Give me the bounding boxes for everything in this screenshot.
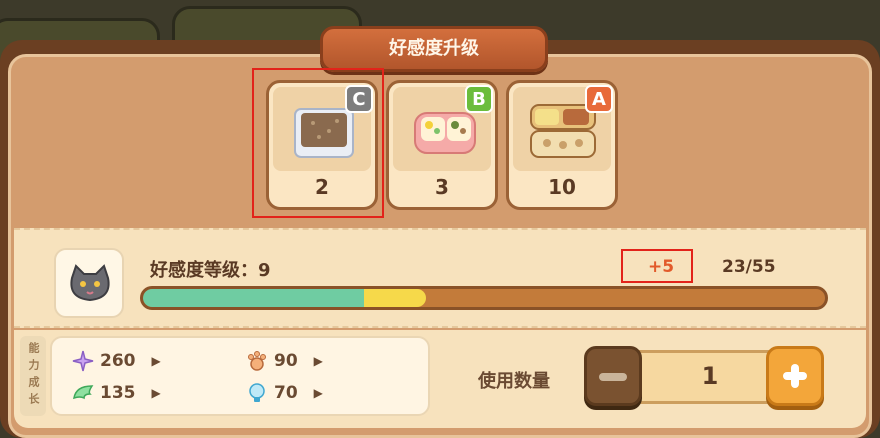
stat-wing: 135 ▶ xyxy=(72,382,161,404)
stat-bulb: 70 ▶ xyxy=(246,382,323,404)
ability-growth-label: 能力成长 xyxy=(20,336,46,416)
favor-level-label: 好感度等级：9 xyxy=(150,260,271,281)
grade-badge: A xyxy=(585,85,613,113)
item-count: 10 xyxy=(548,175,576,199)
lightbulb-icon xyxy=(249,383,265,402)
purple-star-icon xyxy=(72,350,94,372)
progress-preview-fill xyxy=(363,289,426,307)
item-card-b[interactable]: B 3 xyxy=(386,80,498,210)
panel-title: 好感度升级 xyxy=(320,26,548,72)
stat-value: 70 xyxy=(274,383,298,403)
green-wing-icon xyxy=(73,385,94,400)
item-card-a[interactable]: A 10 xyxy=(506,80,618,210)
favor-progress-text: 23/55 xyxy=(722,257,776,277)
favor-gain-highlight xyxy=(621,249,693,283)
stat-value: 135 xyxy=(100,383,136,403)
stat-star: 260 ▶ xyxy=(72,350,161,372)
arrow-right-icon: ▶ xyxy=(313,354,323,368)
stat-value: 260 xyxy=(100,351,136,371)
minus-icon xyxy=(599,373,627,381)
arrow-right-icon: ▶ xyxy=(313,386,323,400)
decrease-button[interactable] xyxy=(584,346,642,406)
increase-button[interactable] xyxy=(766,346,824,406)
favor-info-band xyxy=(14,228,866,328)
cat-face-icon xyxy=(70,264,110,302)
stat-value: 90 xyxy=(274,351,298,371)
favor-progress-bar xyxy=(140,286,828,310)
avatar xyxy=(54,248,124,318)
selected-item-highlight xyxy=(252,68,384,218)
grade-badge: B xyxy=(465,85,493,113)
progress-current-fill xyxy=(143,289,364,307)
quantity-value: 1 xyxy=(701,362,719,390)
arrow-right-icon: ▶ xyxy=(151,354,161,368)
paw-icon xyxy=(248,351,266,371)
arrow-right-icon: ▶ xyxy=(151,386,161,400)
ability-stats-box xyxy=(50,336,430,416)
use-quantity-label: 使用数量 xyxy=(478,371,550,392)
item-count: 3 xyxy=(435,175,449,199)
stat-paw: 90 ▶ xyxy=(246,350,323,372)
